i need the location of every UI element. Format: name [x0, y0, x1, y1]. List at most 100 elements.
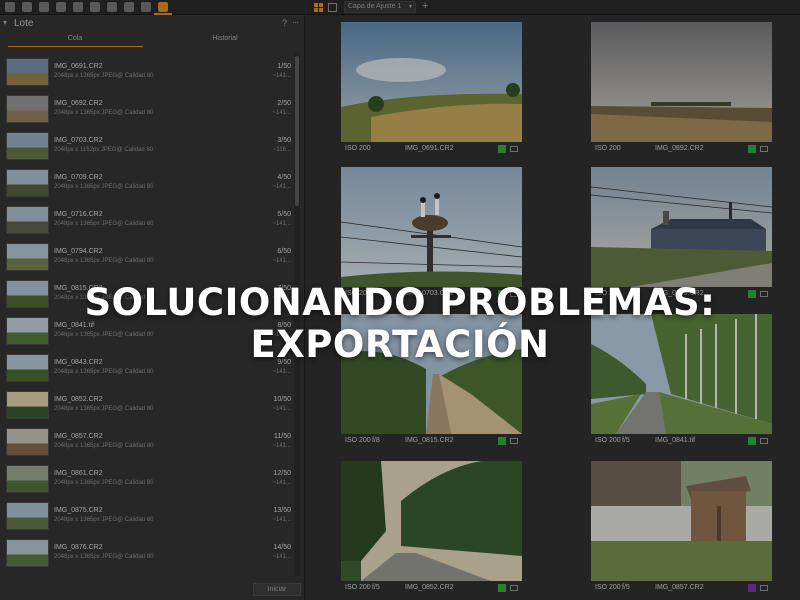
photo-caption: ISO 200 f/8 IMG_0815.CR2: [345, 437, 522, 447]
edit-badge-icon: [760, 438, 768, 444]
aperture-value: f/8: [372, 437, 380, 444]
queue-thumbnail: [6, 280, 49, 308]
photo-thumbnail[interactable]: [591, 314, 772, 434]
iso-value: ISO 200: [595, 584, 621, 591]
queue-file-name: IMG_0852.CR2: [54, 396, 103, 403]
queue-thumbnail: [6, 354, 49, 382]
queue-position: 8/50: [277, 322, 291, 329]
queue-position: 2/50: [277, 100, 291, 107]
edit-badge-icon: [510, 585, 518, 591]
queue-row[interactable]: IMG_0709.CR2 2048px x 1365px JPEG@ Calida…: [0, 167, 295, 204]
queue-thumbnail: [6, 206, 49, 234]
image-browser: ISO 200 IMG_0691.CR2 ISO 200 IMG_0692.CR…: [306, 16, 800, 600]
collapse-chevron-icon[interactable]: ▾: [3, 18, 7, 27]
queue-tabs: Cola Historial: [0, 35, 305, 47]
color-tag[interactable]: [748, 584, 756, 592]
capture-tab-icon[interactable]: [22, 2, 32, 12]
queue-file-name: IMG_0815.CR2: [54, 285, 103, 292]
iso-value: ISO 200: [345, 584, 371, 591]
output-tab-icon[interactable]: [124, 2, 134, 12]
grid-view-icon[interactable]: [314, 3, 323, 12]
queue-position: 11/50: [274, 433, 291, 440]
photo-thumbnail[interactable]: [591, 22, 772, 142]
help-icon[interactable]: ?: [282, 18, 287, 28]
queue-file-name: IMG_0691.CR2: [54, 63, 103, 70]
queue-row[interactable]: IMG_0875.CR2 2048px x 1365px JPEG@ Calida…: [0, 500, 295, 537]
batch-queue-list[interactable]: IMG_0691.CR2 2048px x 1365px JPEG@ Calida…: [0, 52, 295, 577]
queue-position: 7/50: [277, 285, 291, 292]
start-button[interactable]: Iniciar: [253, 583, 301, 596]
queue-row[interactable]: IMG_0843.CR2 2048px x 1365px JPEG@ Calida…: [0, 352, 295, 389]
queue-row[interactable]: IMG_0716.CR2 2048px x 1365px JPEG@ Calida…: [0, 204, 295, 241]
queue-row[interactable]: IMG_0703.CR2 2048px x 1152px JPEG@ Calida…: [0, 130, 295, 167]
tab-history[interactable]: Historial: [150, 35, 300, 42]
color-tab-icon[interactable]: [56, 2, 66, 12]
queue-position: 4/50: [277, 174, 291, 181]
queue-file-size: ~141...: [272, 480, 291, 486]
color-tag[interactable]: [748, 145, 756, 153]
active-queue-tab-indicator: [8, 46, 143, 47]
library-tab-icon[interactable]: [5, 2, 15, 12]
single-view-icon[interactable]: [328, 3, 337, 12]
exposure-tab-icon[interactable]: [73, 2, 83, 12]
more-menu-icon[interactable]: ···: [292, 17, 299, 27]
queue-file-size: ~141...: [272, 73, 291, 79]
queue-row[interactable]: IMG_0815.CR2 2048px x 1365px JPEG@ Calida…: [0, 278, 295, 315]
color-tag[interactable]: [498, 584, 506, 592]
metadata-tab-icon[interactable]: [107, 2, 117, 12]
photo-caption: ISO 200 IMG_0703.CR2: [345, 290, 522, 300]
queue-file-name: IMG_0876.CR2: [54, 544, 103, 551]
queue-row[interactable]: IMG_0857.CR2 2048px x 1365px JPEG@ Calida…: [0, 426, 295, 463]
color-tag[interactable]: [498, 437, 506, 445]
queue-file-detail: 2048px x 1365px JPEG@ Calidad 80: [54, 184, 154, 190]
scrollbar-thumb[interactable]: [295, 56, 299, 206]
queue-thumbnail: [6, 95, 49, 123]
queue-row[interactable]: IMG_0852.CR2 2048px x 1365px JPEG@ Calida…: [0, 389, 295, 426]
queue-file-detail: 2048px x 1365px JPEG@ Calidad 80: [54, 517, 154, 523]
batch-tab-icon[interactable]: [158, 2, 168, 12]
add-layer-button[interactable]: +: [422, 0, 428, 12]
queue-file-detail: 2048px x 1365px JPEG@ Calidad 80: [54, 480, 154, 486]
queue-row[interactable]: IMG_0691.CR2 2048px x 1365px JPEG@ Calida…: [0, 56, 295, 93]
queue-file-detail: 2048px x 1152px JPEG@ Calidad 80: [54, 147, 154, 153]
queue-file-detail: 2048px x 1365px JPEG@ Calidad 80: [54, 73, 154, 79]
photo-thumbnail[interactable]: [591, 167, 772, 287]
file-name: IMG_0692.CR2: [655, 145, 704, 152]
queue-file-name: IMG_0841.tif: [54, 322, 95, 329]
queue-thumbnail: [6, 243, 49, 271]
file-name: IMG_0691.CR2: [405, 145, 454, 152]
settings-tab-icon[interactable]: [141, 2, 151, 12]
tab-queue[interactable]: Cola: [0, 35, 150, 42]
color-tag[interactable]: [498, 290, 506, 298]
color-tag[interactable]: [748, 437, 756, 445]
queue-file-size: ~141...: [272, 443, 291, 449]
queue-file-detail: 2048px x 1365px JPEG@ Calidad 80: [54, 406, 154, 412]
details-tab-icon[interactable]: [90, 2, 100, 12]
queue-file-name: IMG_0861.CR2: [54, 470, 103, 477]
photo-thumbnail[interactable]: [591, 461, 772, 581]
photo-thumbnail[interactable]: [341, 167, 522, 287]
queue-thumbnail: [6, 391, 49, 419]
iso-value: ISO 200: [345, 290, 371, 297]
queue-row[interactable]: IMG_0841.tif 2048px x 1365px JPEG@ Calida…: [0, 315, 295, 352]
queue-file-size: ~141...: [272, 221, 291, 227]
queue-row[interactable]: IMG_0861.CR2 2048px x 1365px JPEG@ Calida…: [0, 463, 295, 500]
queue-file-detail: 2048px x 1365px JPEG@ Calidad 80: [54, 554, 154, 560]
color-tag[interactable]: [498, 145, 506, 153]
queue-row[interactable]: IMG_0794.CR2 2048px x 1365px JPEG@ Calida…: [0, 241, 295, 278]
layer-select[interactable]: Capa de Ajuste 1 ▾: [344, 1, 416, 13]
queue-scrollbar[interactable]: [294, 52, 300, 577]
lens-tab-icon[interactable]: [39, 2, 49, 12]
queue-row[interactable]: IMG_0876.CR2 2048px x 1365px JPEG@ Calida…: [0, 537, 295, 574]
queue-thumbnail: [6, 132, 49, 160]
aperture-value: f/5: [622, 584, 630, 591]
photo-thumbnail[interactable]: [341, 22, 522, 142]
photo-thumbnail[interactable]: [341, 314, 522, 434]
queue-file-detail: 2048px x 1365px JPEG@ Calidad 80: [54, 258, 154, 264]
queue-row[interactable]: IMG_0692.CR2 2048px x 1365px JPEG@ Calida…: [0, 93, 295, 130]
iso-value: ISO 200: [595, 145, 621, 152]
photo-thumbnail[interactable]: [341, 461, 522, 581]
queue-position: 1/50: [277, 63, 291, 70]
file-name: IMG_0857.CR2: [655, 584, 704, 591]
color-tag[interactable]: [748, 290, 756, 298]
